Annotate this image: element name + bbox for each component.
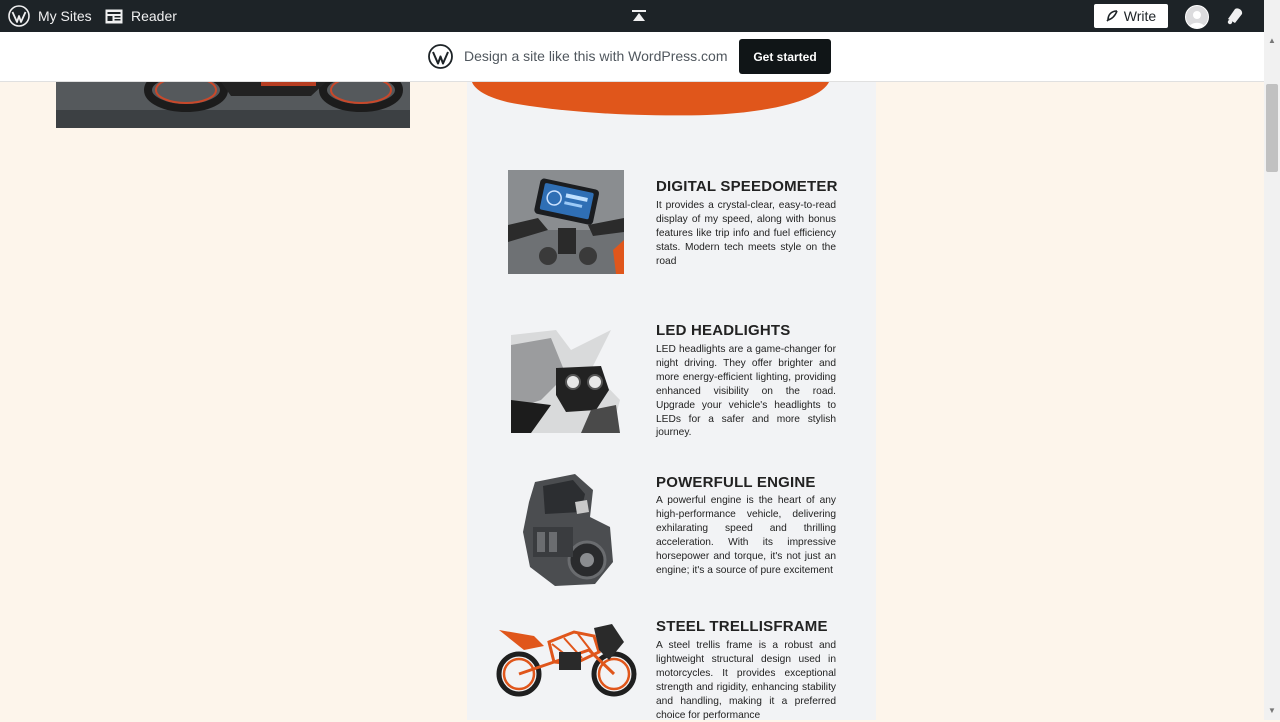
speedometer-image: [508, 170, 624, 274]
my-sites-label: My Sites: [38, 8, 92, 24]
avatar[interactable]: [1185, 5, 1209, 29]
feather-icon: [1106, 10, 1118, 22]
reader-icon: [105, 9, 123, 23]
scroll-down-arrow-icon[interactable]: ▼: [1267, 706, 1277, 715]
wordpress-logo-icon: [428, 44, 453, 69]
wordpress-promo-banner: Design a site like this with WordPress.c…: [0, 32, 1264, 82]
led-headlights-image: [511, 330, 620, 433]
feature-title: STEEL TRELLISFRAME: [656, 618, 828, 635]
write-label: Write: [1123, 8, 1157, 24]
feature-title: DIGITAL SPEEDOMETER: [656, 178, 838, 195]
write-button[interactable]: Write: [1094, 4, 1168, 28]
reader-menu[interactable]: Reader: [105, 0, 177, 32]
orange-wave-shape: [472, 82, 829, 116]
feature-description: It provides a crystal-clear, easy-to-rea…: [656, 200, 836, 267]
feature-description: A powerful engine is the heart of any hi…: [656, 495, 836, 576]
notifications-bell-icon[interactable]: [1225, 7, 1245, 28]
feature-title: POWERFULL ENGINE: [656, 474, 816, 491]
feature-description: A steel trellis frame is a robust and li…: [656, 640, 836, 721]
get-started-button[interactable]: Get started: [739, 39, 831, 74]
banner-text: Design a site like this with WordPress.c…: [464, 48, 728, 64]
feature-title: LED HEADLIGHTS: [656, 322, 791, 339]
wordpress-logo-icon: [8, 5, 30, 27]
my-sites-menu[interactable]: My Sites: [8, 0, 92, 32]
engine-image: [515, 472, 615, 588]
scroll-top-icon[interactable]: [632, 9, 646, 25]
trellis-frame-bike-image: [494, 622, 637, 698]
reader-label: Reader: [131, 8, 177, 24]
scroll-up-arrow-icon[interactable]: ▲: [1267, 36, 1277, 45]
motorcycle-photo: [56, 82, 410, 128]
scrollbar-thumb[interactable]: [1266, 84, 1278, 172]
admin-bar: My Sites Reader Write: [0, 0, 1264, 32]
feature-description: LED headlights are a game-changer for ni…: [656, 344, 836, 439]
